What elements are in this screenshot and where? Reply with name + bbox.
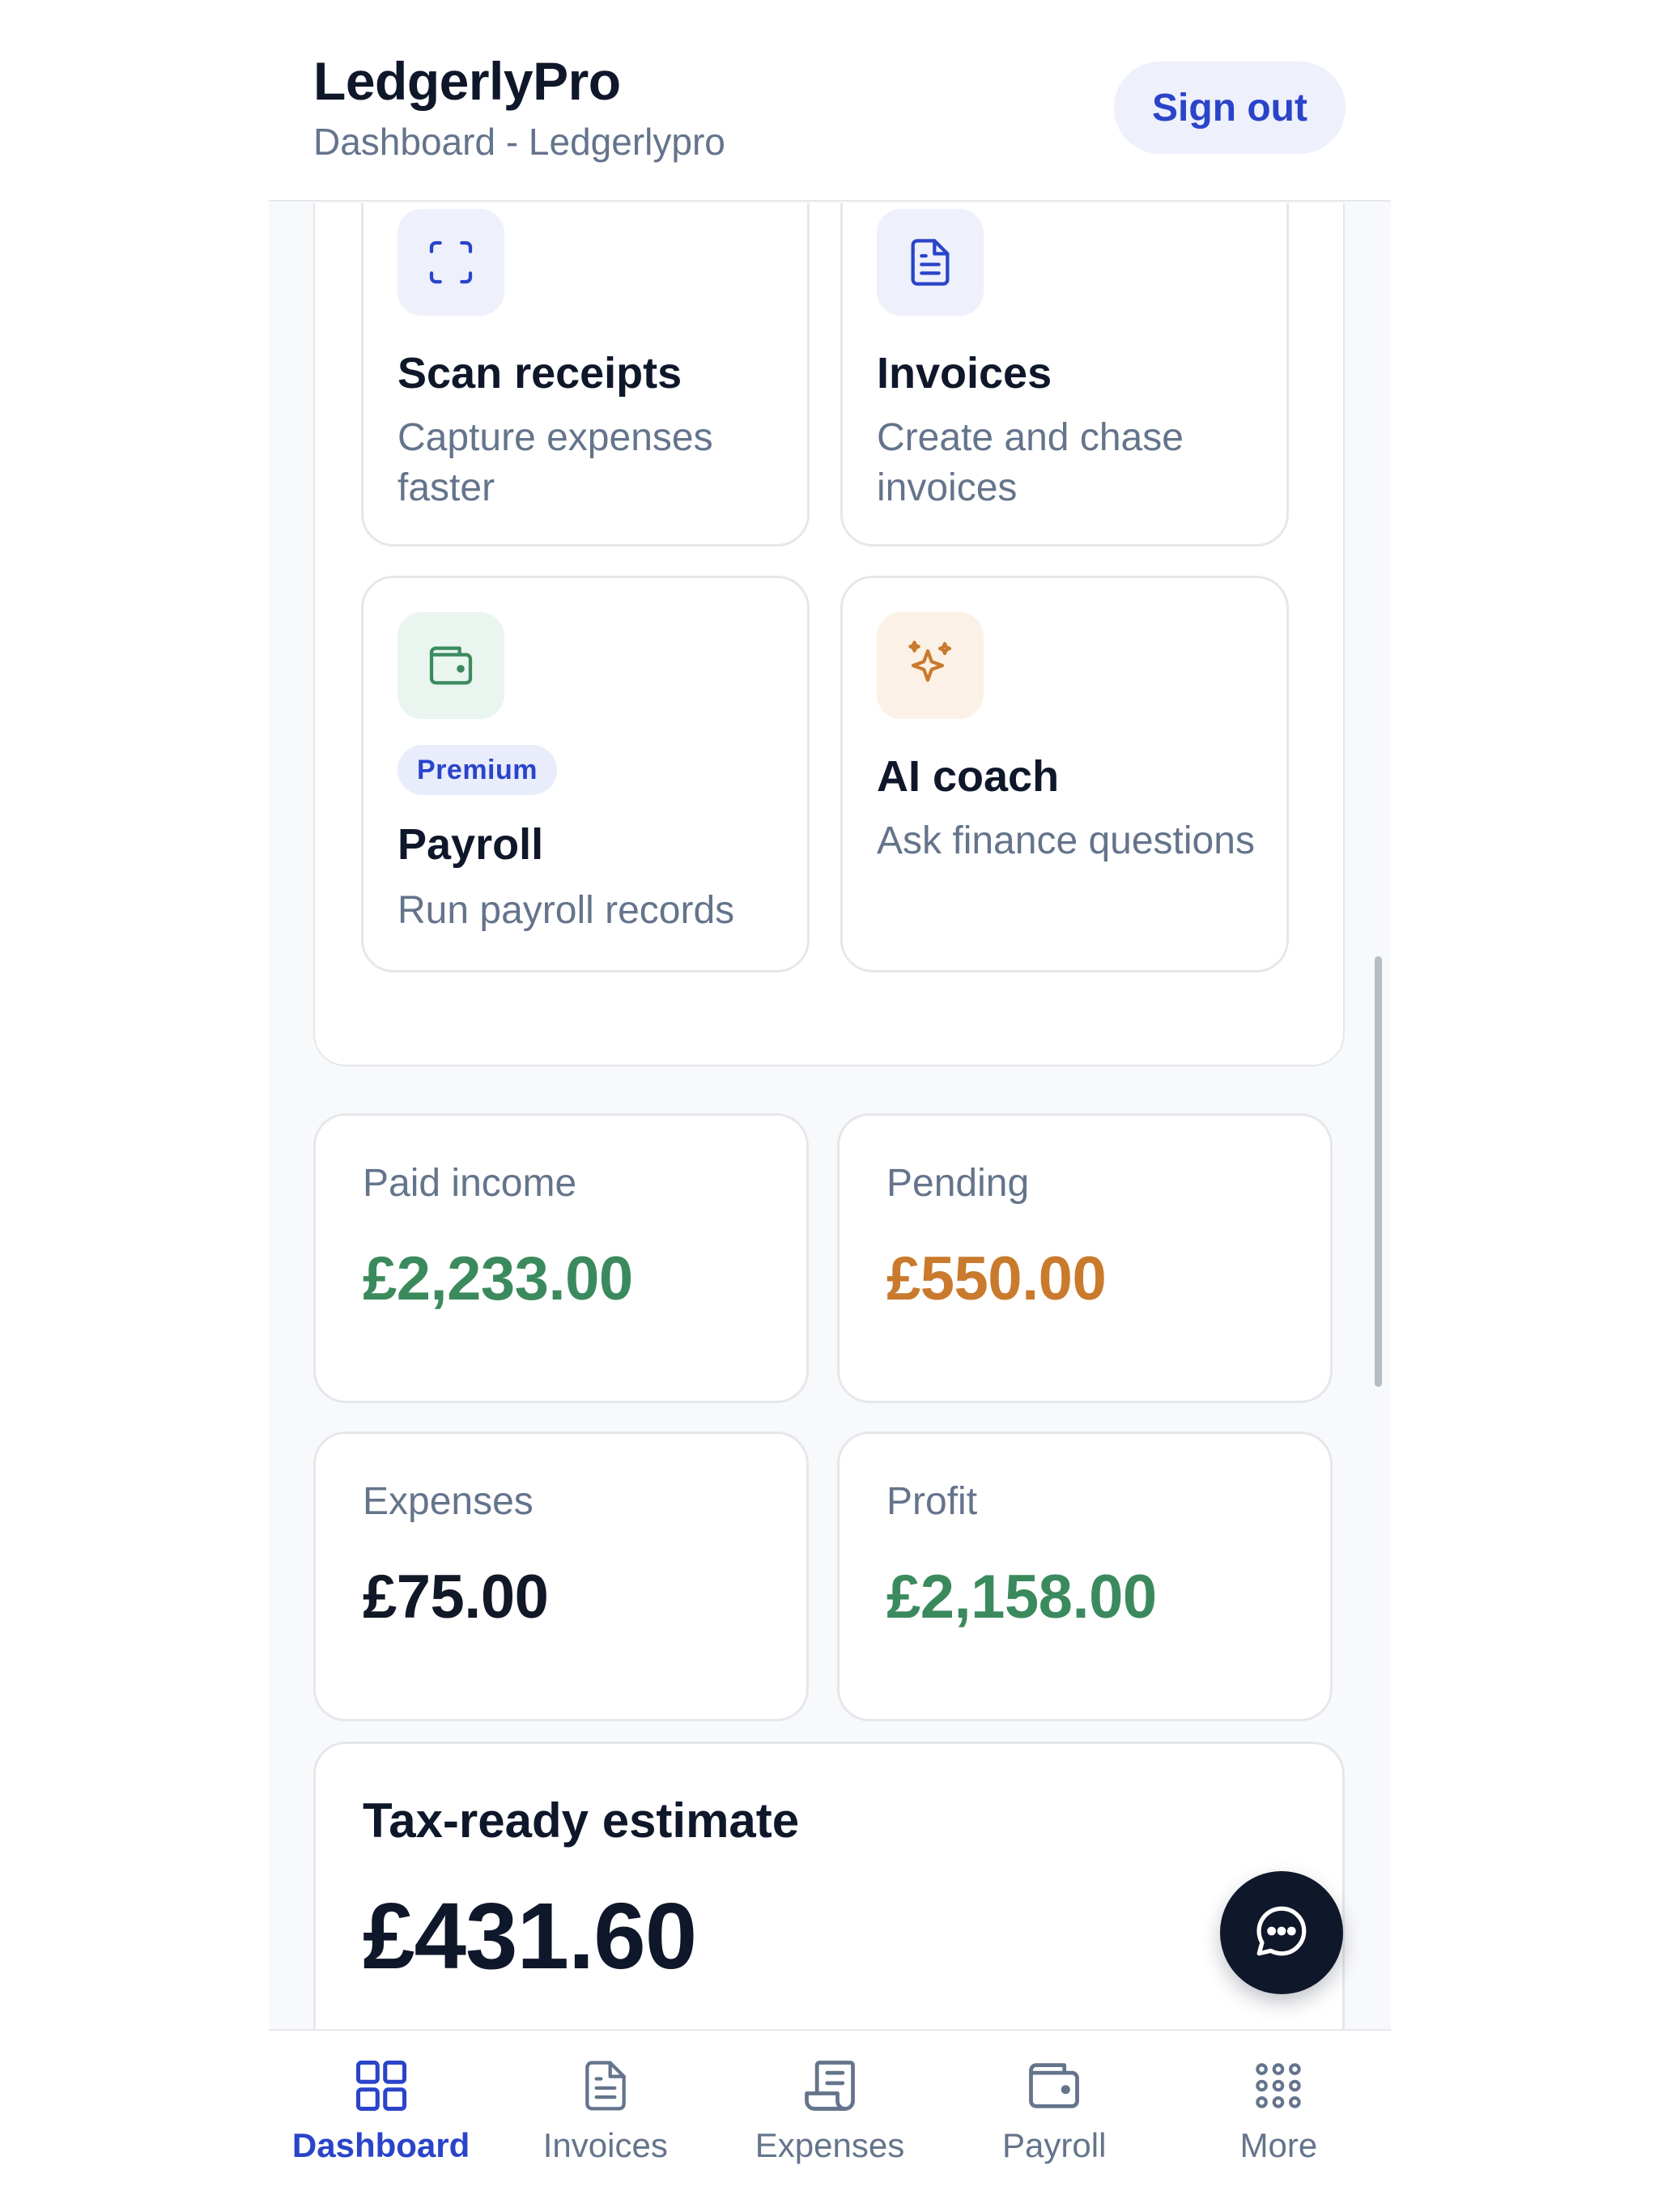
chat-bubble-icon: [1252, 1901, 1312, 1965]
quick-action-payroll[interactable]: Premium Payroll Run payroll records: [361, 576, 810, 972]
quick-actions-panel: Scan receipts Capture expenses faster In…: [313, 203, 1345, 1066]
nav-item-label: Expenses: [755, 2126, 905, 2164]
grid-icon: [351, 2055, 412, 2116]
app-title: LedgerlyPro: [313, 51, 621, 111]
quick-action-description: Capture expenses faster: [397, 416, 713, 509]
nav-item-label: Invoices: [542, 2126, 668, 2164]
page-subtitle: Dashboard - Ledgerlypro: [313, 121, 725, 163]
dashboard-content: Scan receipts Capture expenses faster In…: [269, 203, 1391, 2030]
quick-action-description: Create and chase invoices: [877, 416, 1184, 509]
quick-action-title: AI coach: [877, 752, 1060, 801]
nav-item-label: Dashboard: [291, 2126, 470, 2164]
quick-action-ai-coach[interactable]: AI coach Ask finance questions: [840, 576, 1289, 972]
stat-value: £2,233.00: [363, 1244, 633, 1313]
tax-estimate-card[interactable]: Tax-ready estimate £431.60: [313, 1742, 1345, 2030]
quick-action-description: Ask finance questions: [877, 819, 1255, 862]
quick-action-invoices[interactable]: Invoices Create and chase invoices: [840, 203, 1289, 547]
nav-item-label: More: [1239, 2126, 1318, 2164]
receipt-icon: [799, 2055, 861, 2116]
dots-grid-icon: [1250, 2055, 1307, 2116]
scan-icon: [397, 209, 504, 316]
nav-item-more[interactable]: More: [1167, 2031, 1391, 2186]
quick-action-title: Invoices: [877, 349, 1052, 398]
stat-card-expenses[interactable]: Expenses £75.00: [313, 1431, 809, 1721]
quick-action-description: Run payroll records: [397, 889, 735, 932]
nav-item-payroll[interactable]: Payroll: [942, 2031, 1167, 2186]
stat-value: £550.00: [886, 1244, 1107, 1313]
stat-card-pending[interactable]: Pending £550.00: [837, 1113, 1333, 1403]
tax-estimate-value: £431.60: [363, 1883, 697, 1989]
stat-label: Paid income: [363, 1162, 577, 1205]
stat-value: £2,158.00: [886, 1563, 1157, 1631]
stat-card-paid-income[interactable]: Paid income £2,233.00: [313, 1113, 809, 1403]
nav-item-label: Payroll: [1002, 2126, 1107, 2164]
nav-item-expenses[interactable]: Expenses: [717, 2031, 942, 2186]
app-header: LedgerlyPro Dashboard - Ledgerlypro Sign…: [269, 13, 1391, 202]
chat-button[interactable]: [1220, 1871, 1343, 1994]
scrollbar[interactable]: [1375, 956, 1382, 1387]
sign-out-button[interactable]: Sign out: [1114, 62, 1346, 154]
bottom-navigation: Dashboard Invoices Expenses Payroll More: [269, 2029, 1391, 2186]
app-frame: LedgerlyPro Dashboard - Ledgerlypro Sign…: [269, 13, 1391, 2186]
wallet-icon: [397, 612, 504, 719]
quick-action-scan-receipts[interactable]: Scan receipts Capture expenses faster: [361, 203, 810, 547]
wallet-icon: [1023, 2055, 1085, 2116]
document-icon: [877, 209, 984, 316]
stat-label: Expenses: [363, 1480, 534, 1523]
nav-item-invoices[interactable]: Invoices: [493, 2031, 717, 2186]
document-icon: [578, 2055, 633, 2116]
stat-label: Pending: [886, 1162, 1030, 1205]
nav-item-dashboard[interactable]: Dashboard: [269, 2031, 493, 2186]
stat-value: £75.00: [363, 1563, 549, 1631]
premium-badge: Premium: [397, 745, 557, 795]
sparkles-icon: [877, 612, 984, 719]
tax-estimate-label: Tax-ready estimate: [363, 1793, 800, 1848]
stat-label: Profit: [886, 1480, 978, 1523]
quick-action-title: Payroll: [397, 820, 544, 869]
stat-card-profit[interactable]: Profit £2,158.00: [837, 1431, 1333, 1721]
quick-action-title: Scan receipts: [397, 349, 682, 398]
